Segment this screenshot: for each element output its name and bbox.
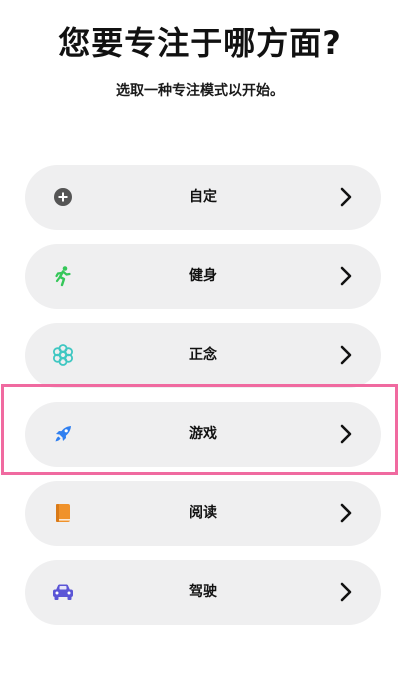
- page-title: 您要专注于哪方面?: [58, 24, 342, 62]
- focus-mode-label: 自定: [189, 189, 217, 205]
- selection-highlight-frame: [1, 384, 398, 475]
- page-subtitle: 选取一种专注模式以开始。: [116, 83, 284, 99]
- chevron-right-icon: [335, 186, 357, 208]
- focus-mode-mindfulness[interactable]: 正念: [25, 323, 381, 388]
- chevron-right-icon: [335, 344, 357, 366]
- chevron-right-icon: [335, 265, 357, 287]
- focus-mode-custom[interactable]: 自定: [25, 165, 381, 230]
- chevron-right-icon: [335, 581, 357, 603]
- focus-mode-reading[interactable]: 阅读: [25, 481, 381, 546]
- focus-mode-fitness[interactable]: 健身: [25, 244, 381, 309]
- focus-mode-label: 阅读: [189, 505, 217, 521]
- chevron-right-icon: [335, 502, 357, 524]
- focus-mode-driving[interactable]: 驾驶: [25, 560, 381, 625]
- focus-mode-label: 健身: [189, 268, 217, 284]
- focus-mode-label: 驾驶: [189, 584, 217, 600]
- focus-mode-label: 正念: [189, 347, 217, 363]
